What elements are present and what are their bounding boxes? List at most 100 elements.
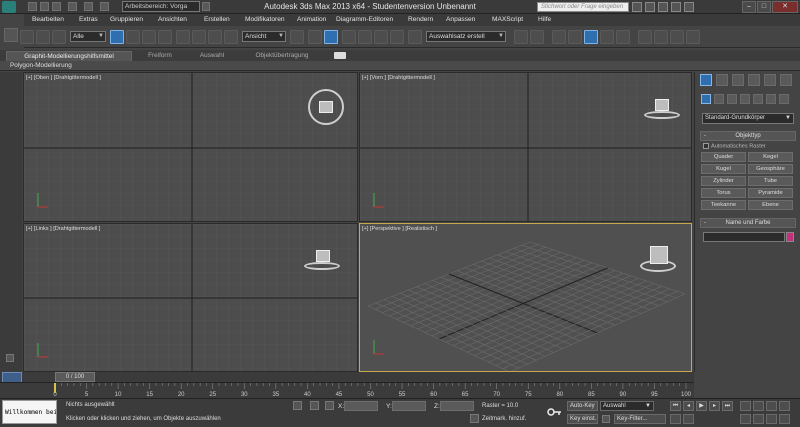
rollout-name-color[interactable]: - Name und Farbe [700, 218, 796, 228]
project-folder-icon[interactable] [100, 2, 109, 11]
shapes-icon[interactable] [714, 94, 724, 104]
workspace-dropdown[interactable]: Arbeitsbereich: Vorga [122, 1, 200, 12]
menu-diagramm-editoren[interactable]: Diagramm-Editoren [336, 16, 393, 23]
menu-extras[interactable]: Extras [79, 16, 98, 23]
autogrid-checkbox[interactable]: Automatisches Raster [703, 143, 766, 149]
current-frame-field[interactable] [670, 414, 681, 424]
viewport-front[interactable]: [+] [Vorn ] [Drahtgittermodell ] [359, 72, 692, 222]
hierarchy-tab-icon[interactable] [732, 74, 744, 86]
cylinder-button[interactable]: Zylinder [701, 176, 746, 186]
workspace-dropdown-arrow-icon[interactable] [202, 2, 210, 11]
menu-maxscript[interactable]: MAXScript [492, 16, 523, 23]
rendered-frame-window-icon[interactable] [654, 30, 668, 44]
auto-key-button[interactable]: Auto-Key [567, 401, 598, 411]
reference-coord-system-dropdown[interactable]: Ansicht ▼ [242, 31, 286, 42]
close-button[interactable]: ✕ [772, 1, 798, 13]
menu-rendern[interactable]: Rendern [408, 16, 433, 23]
percent-snap-icon[interactable] [374, 30, 388, 44]
pivot-center-icon[interactable] [290, 30, 304, 44]
window-crossing-icon[interactable] [158, 30, 172, 44]
zoom-extents-all-icon[interactable] [779, 401, 790, 411]
select-rotate-icon[interactable] [192, 30, 206, 44]
motion-tab-icon[interactable] [748, 74, 760, 86]
snaps-toggle-icon[interactable] [342, 30, 356, 44]
save-file-icon[interactable] [52, 2, 61, 11]
spinner-snap-icon[interactable] [390, 30, 404, 44]
viewcube-perspective[interactable] [650, 246, 668, 264]
modify-tab-icon[interactable] [716, 74, 728, 86]
search-icon[interactable] [632, 2, 642, 12]
z-coordinate-field[interactable] [440, 401, 474, 411]
ribbon-panel-label[interactable]: Polygon-Modellierung [10, 62, 72, 69]
schematic-view-icon[interactable] [600, 30, 614, 44]
track-bar[interactable]: 0 5 10 15 20 25 30 35 40 45 50 55 60 65 70 75 80 85 90 95 10… [0, 382, 694, 398]
geosphere-button[interactable]: Geosphäre [748, 164, 793, 174]
keyboard-shortcut-override-icon[interactable] [324, 30, 338, 44]
render-setup-icon[interactable] [638, 30, 652, 44]
select-by-name-icon[interactable] [126, 30, 140, 44]
utilities-tab-icon[interactable] [780, 74, 792, 86]
viewport-top[interactable]: [+] [Oben ] [Drahtgittermodell ] [23, 72, 358, 222]
plane-button[interactable]: Ebene [748, 200, 793, 210]
geometry-icon[interactable] [701, 94, 711, 104]
rollout-object-type[interactable]: - Objekttyp [700, 131, 796, 141]
orbit-icon[interactable] [766, 414, 777, 424]
menu-modifikatoren[interactable]: Modifikatoren [245, 16, 285, 23]
space-warps-icon[interactable] [766, 94, 776, 104]
viewport-label-top[interactable]: [+] [Oben ] [Drahtgittermodell ] [26, 75, 101, 81]
key-mode-icon[interactable] [602, 415, 610, 423]
maxscript-listener[interactable]: Willkommen bei [2, 400, 57, 424]
select-scale-icon[interactable] [208, 30, 222, 44]
3dsmax-logo-icon[interactable] [2, 1, 16, 13]
select-move-icon[interactable] [176, 30, 190, 44]
tab-graphit-modellierung[interactable]: Graphit-Modellierungshilfsmittel [6, 51, 132, 61]
tab-objektuebertragung[interactable]: Objektübertragung [246, 51, 318, 61]
named-selection-dropdown[interactable]: Auswahlsatz erstell ▼ [426, 31, 506, 42]
viewport-label-front[interactable]: [+] [Vorn ] [Drahtgittermodell ] [362, 75, 435, 81]
tube-button[interactable]: Tube [748, 176, 793, 186]
set-key-icon[interactable] [546, 404, 562, 420]
favorites-star-icon[interactable] [671, 2, 681, 12]
zoom-all-icon[interactable] [753, 401, 764, 411]
pan-icon[interactable] [753, 414, 764, 424]
viewport-left[interactable]: [+] [Links ] [Drahtgittermodell ] [23, 223, 358, 372]
lock-selection-icon[interactable] [293, 401, 302, 410]
previous-frame-icon[interactable]: ◂ [683, 401, 694, 411]
viewcube-top[interactable] [319, 101, 333, 113]
material-editor-icon[interactable] [616, 30, 630, 44]
scale-tool-icon[interactable] [224, 30, 238, 44]
object-category-dropdown[interactable]: Standard-Grundkörper ▼ [702, 113, 794, 124]
maximize-viewport-icon[interactable] [779, 414, 790, 424]
tab-freiform[interactable]: Freiform [140, 51, 180, 61]
viewcube-left[interactable] [316, 250, 330, 262]
selection-filter-dropdown[interactable]: Alle ▼ [70, 31, 106, 42]
rectangular-selection-icon[interactable] [142, 30, 156, 44]
menu-animation[interactable]: Animation [297, 16, 326, 23]
go-to-start-icon[interactable]: ⏮ [670, 401, 681, 411]
maximize-button[interactable]: □ [757, 1, 771, 13]
time-tag-icon[interactable] [470, 414, 479, 423]
select-and-link-icon[interactable] [20, 30, 34, 44]
viewport-label-perspective[interactable]: [+] [Perspektive ] [Realistisch ] [362, 226, 437, 232]
lights-icon[interactable] [727, 94, 737, 104]
cameras-icon[interactable] [740, 94, 750, 104]
new-file-icon[interactable] [28, 2, 37, 11]
link-icon[interactable] [4, 28, 18, 42]
helpers-icon[interactable] [753, 94, 763, 104]
cone-button[interactable]: Kegel [748, 152, 793, 162]
torus-button[interactable]: Torus [701, 188, 746, 198]
time-config-icon[interactable] [683, 414, 694, 424]
add-time-tag[interactable]: Zeitmark. hinzuf. [482, 416, 526, 422]
zoom-extents-icon[interactable] [766, 401, 777, 411]
communication-center-icon[interactable] [658, 2, 668, 12]
render-production-icon[interactable] [670, 30, 684, 44]
tab-auswahl[interactable]: Auswahl [192, 51, 232, 61]
render-teapot-icon[interactable] [686, 30, 700, 44]
mirror-icon[interactable] [514, 30, 528, 44]
align-icon[interactable] [530, 30, 544, 44]
open-file-icon[interactable] [40, 2, 49, 11]
pyramid-button[interactable]: Pyramide [748, 188, 793, 198]
set-key-button[interactable]: Key einst. [567, 414, 598, 424]
graphite-toggle-icon[interactable] [568, 30, 582, 44]
key-selection-dropdown[interactable]: Auswahl ▼ [600, 401, 654, 411]
